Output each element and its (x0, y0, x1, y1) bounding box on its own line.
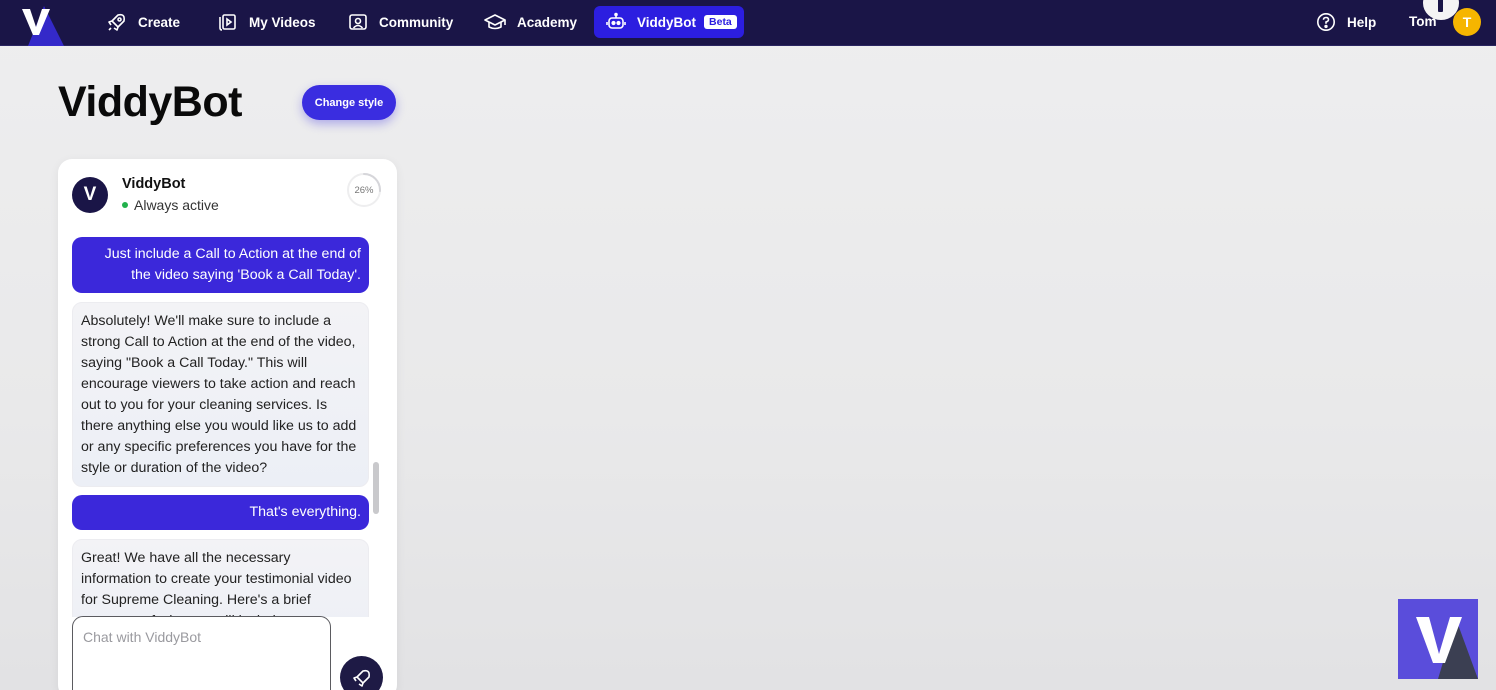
change-style-button[interactable]: Change style (302, 85, 396, 120)
bot-avatar: V (72, 177, 108, 213)
nav-community[interactable]: Community (336, 6, 465, 38)
user-avatar[interactable]: T (1453, 8, 1481, 36)
bot-name: ViddyBot (122, 176, 186, 192)
nav-create[interactable]: Create (95, 6, 192, 38)
chat-scrollbar[interactable] (373, 462, 379, 514)
nav-viddybot-label: ViddyBot (637, 14, 697, 30)
message-list[interactable]: Just include a Call to Action at the end… (72, 237, 370, 617)
brand-watermark-logo (1398, 599, 1478, 679)
app-logo[interactable] (0, 0, 64, 46)
graduation-cap-icon (484, 14, 506, 30)
nav-my-videos-label: My Videos (249, 14, 316, 30)
page-title: ViddyBot (58, 78, 242, 126)
nav-my-videos[interactable]: My Videos (206, 6, 328, 38)
nav-create-label: Create (138, 14, 181, 30)
online-status-dot (122, 202, 128, 208)
help-button[interactable]: Help (1304, 6, 1388, 38)
send-button[interactable] (340, 656, 383, 690)
user-message: Just include a Call to Action at the end… (72, 237, 369, 293)
user-message: That's everything. (72, 495, 369, 530)
nav-viddybot[interactable]: ViddyBot Beta (594, 6, 744, 38)
video-library-icon (219, 14, 236, 31)
robot-icon (606, 12, 626, 29)
bot-status-text: Always active (134, 197, 219, 213)
bot-status: Always active (122, 197, 219, 213)
bot-message: Great! We have all the necessary informa… (72, 539, 369, 617)
nav-academy-label: Academy (517, 14, 578, 30)
help-icon (1317, 13, 1335, 31)
chat-panel: V ViddyBot Always active 26% Just includ… (58, 159, 397, 690)
community-icon (349, 14, 367, 30)
nav-community-label: Community (379, 14, 454, 30)
beta-badge: Beta (704, 15, 737, 29)
chat-input[interactable] (72, 616, 331, 690)
send-icon (352, 669, 370, 687)
help-label: Help (1347, 14, 1377, 30)
rocket-icon (108, 13, 125, 31)
top-navbar: Create My Videos Community Academy Viddy… (0, 0, 1496, 46)
progress-percent: 26% (354, 184, 374, 196)
bot-message: Absolutely! We'll make sure to include a… (72, 302, 369, 487)
nav-academy[interactable]: Academy (472, 6, 589, 38)
